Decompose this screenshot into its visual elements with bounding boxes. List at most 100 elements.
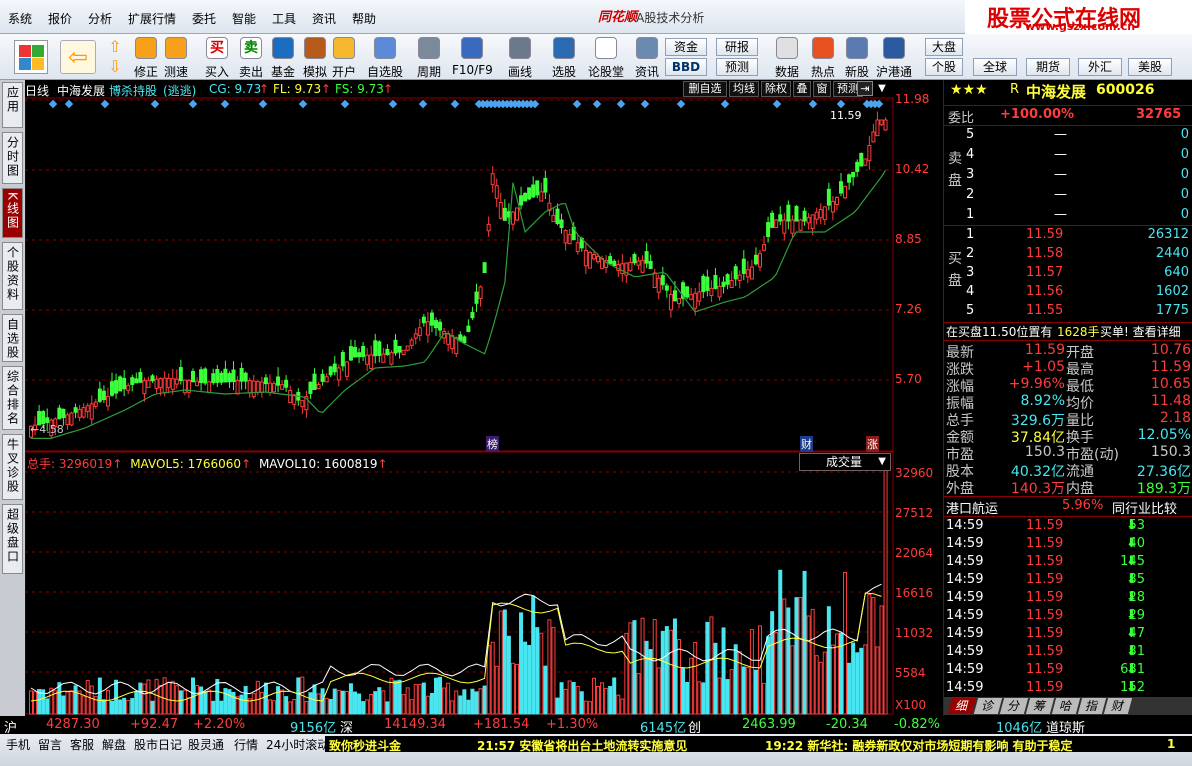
candle[interactable]: [126, 385, 131, 391]
candle[interactable]: [101, 390, 106, 400]
volume-bar[interactable]: [353, 691, 357, 715]
candle[interactable]: [166, 377, 171, 388]
candle[interactable]: [425, 321, 430, 336]
candle[interactable]: [316, 383, 321, 390]
candle[interactable]: [749, 266, 754, 280]
volume-bar[interactable]: [259, 691, 264, 715]
volume-bar[interactable]: [154, 678, 159, 715]
volume-bar[interactable]: [454, 690, 459, 715]
candle[interactable]: [693, 292, 698, 309]
candle[interactable]: [393, 339, 398, 354]
chart-tool-4[interactable]: 窗: [813, 81, 831, 97]
news-ticker[interactable]: 致你秒进斗金 21:57 安徽省将出台土地流转实施意见 19:22 新华社: 融…: [325, 736, 1192, 752]
candle[interactable]: [729, 280, 734, 288]
candle[interactable]: [510, 211, 515, 225]
volume-bar[interactable]: [466, 699, 471, 715]
toolbar-speed-button[interactable]: 测速: [160, 34, 192, 80]
quote-bottom-tab-4[interactable]: 哈: [1051, 698, 1081, 714]
candle[interactable]: [211, 373, 216, 384]
candle[interactable]: [644, 251, 649, 264]
volume-bar[interactable]: [178, 690, 183, 715]
candle[interactable]: [575, 242, 580, 253]
candle[interactable]: [717, 285, 722, 298]
volume-bar[interactable]: [373, 691, 378, 715]
candle[interactable]: [381, 353, 386, 363]
toolbar-new-stock-button[interactable]: 新股: [842, 34, 872, 80]
volume-bar[interactable]: [506, 635, 511, 715]
candle[interactable]: [620, 263, 625, 275]
candle[interactable]: [397, 345, 402, 353]
volume-bar[interactable]: [166, 681, 171, 715]
candle[interactable]: [97, 388, 102, 402]
volume-bar[interactable]: [782, 598, 787, 715]
candle[interactable]: [697, 291, 702, 302]
volume-bar[interactable]: [215, 678, 220, 715]
candle[interactable]: [721, 281, 726, 287]
volume-bar[interactable]: [620, 698, 625, 715]
candle[interactable]: [45, 417, 50, 423]
volume-bar[interactable]: [304, 701, 309, 715]
bottom-link-0[interactable]: 手机: [6, 736, 30, 753]
volume-bar[interactable]: [251, 693, 256, 715]
chart-tool-2[interactable]: 除权: [761, 81, 791, 97]
marker-finance[interactable]: 财: [800, 436, 813, 452]
volume-bar[interactable]: [664, 626, 669, 715]
indicator-select[interactable]: 成交量 ▼: [799, 453, 891, 471]
volume-bar[interactable]: [709, 616, 714, 715]
candle[interactable]: [567, 234, 572, 245]
volume-bar[interactable]: [527, 644, 532, 715]
volume-bar[interactable]: [677, 639, 681, 715]
volume-bar[interactable]: [523, 641, 528, 715]
candle[interactable]: [689, 294, 694, 300]
ask-row[interactable]: 2 — 0: [944, 187, 1192, 204]
left-tab-6[interactable]: 牛叉诊股: [2, 434, 23, 500]
chart-area[interactable]: [25, 80, 943, 716]
volume-bar[interactable]: [685, 682, 690, 715]
candle[interactable]: [138, 372, 143, 383]
candle[interactable]: [57, 407, 62, 420]
volume-bar[interactable]: [583, 700, 588, 715]
candle[interactable]: [357, 352, 362, 358]
capital-button[interactable]: 资金: [665, 38, 707, 56]
candle[interactable]: [61, 408, 66, 418]
volume-bar[interactable]: [344, 691, 349, 715]
sector-row[interactable]: 港口航运 5.96% 同行业比较: [944, 498, 1192, 517]
candle[interactable]: [672, 290, 677, 302]
candle[interactable]: [385, 348, 390, 356]
candle[interactable]: [231, 369, 236, 383]
candle[interactable]: [790, 219, 795, 234]
bid-row[interactable]: 2 11.58 2440: [944, 246, 1192, 263]
volume-bar[interactable]: [721, 627, 726, 715]
candle[interactable]: [628, 261, 633, 272]
sector-name[interactable]: 港口航运: [946, 498, 998, 517]
candle[interactable]: [272, 383, 276, 393]
volume-bar[interactable]: [879, 605, 884, 715]
candle[interactable]: [263, 377, 268, 385]
left-tab-3[interactable]: 个股资料: [2, 242, 23, 310]
volume-bar[interactable]: [604, 687, 609, 715]
volume-bar[interactable]: [794, 597, 799, 715]
bottom-link-5[interactable]: 股灵通: [188, 736, 224, 753]
volume-bar[interactable]: [810, 608, 815, 715]
volume-bar[interactable]: [316, 693, 321, 715]
bottom-link-1[interactable]: 留言: [38, 736, 62, 753]
order-notice[interactable]: 在买盘11.50位置有 1628手 买单! 查看详细: [944, 323, 1192, 340]
candle[interactable]: [77, 408, 82, 418]
toolbar-fund-button[interactable]: 基金: [268, 34, 298, 80]
volume-bar[interactable]: [616, 694, 621, 715]
ticker-news-2[interactable]: 19:22 新华社: 融券新政仅对市场短期有影响 有助于稳定: [765, 737, 1073, 752]
volume-bar[interactable]: [705, 621, 710, 715]
volume-bar[interactable]: [830, 644, 835, 715]
candle[interactable]: [162, 377, 167, 394]
toolbar-f10-button[interactable]: F10/F9: [452, 34, 493, 80]
candle[interactable]: [656, 277, 661, 293]
volume-bar[interactable]: [110, 700, 114, 715]
candle[interactable]: [583, 249, 588, 267]
volume-bar[interactable]: [535, 627, 540, 715]
volume-bar[interactable]: [328, 698, 333, 715]
bid-row[interactable]: 5 11.55 1775: [944, 303, 1192, 320]
volume-bar[interactable]: [458, 695, 463, 715]
volume-bar[interactable]: [207, 689, 212, 715]
volume-bar[interactable]: [284, 696, 289, 715]
candle[interactable]: [466, 325, 471, 332]
